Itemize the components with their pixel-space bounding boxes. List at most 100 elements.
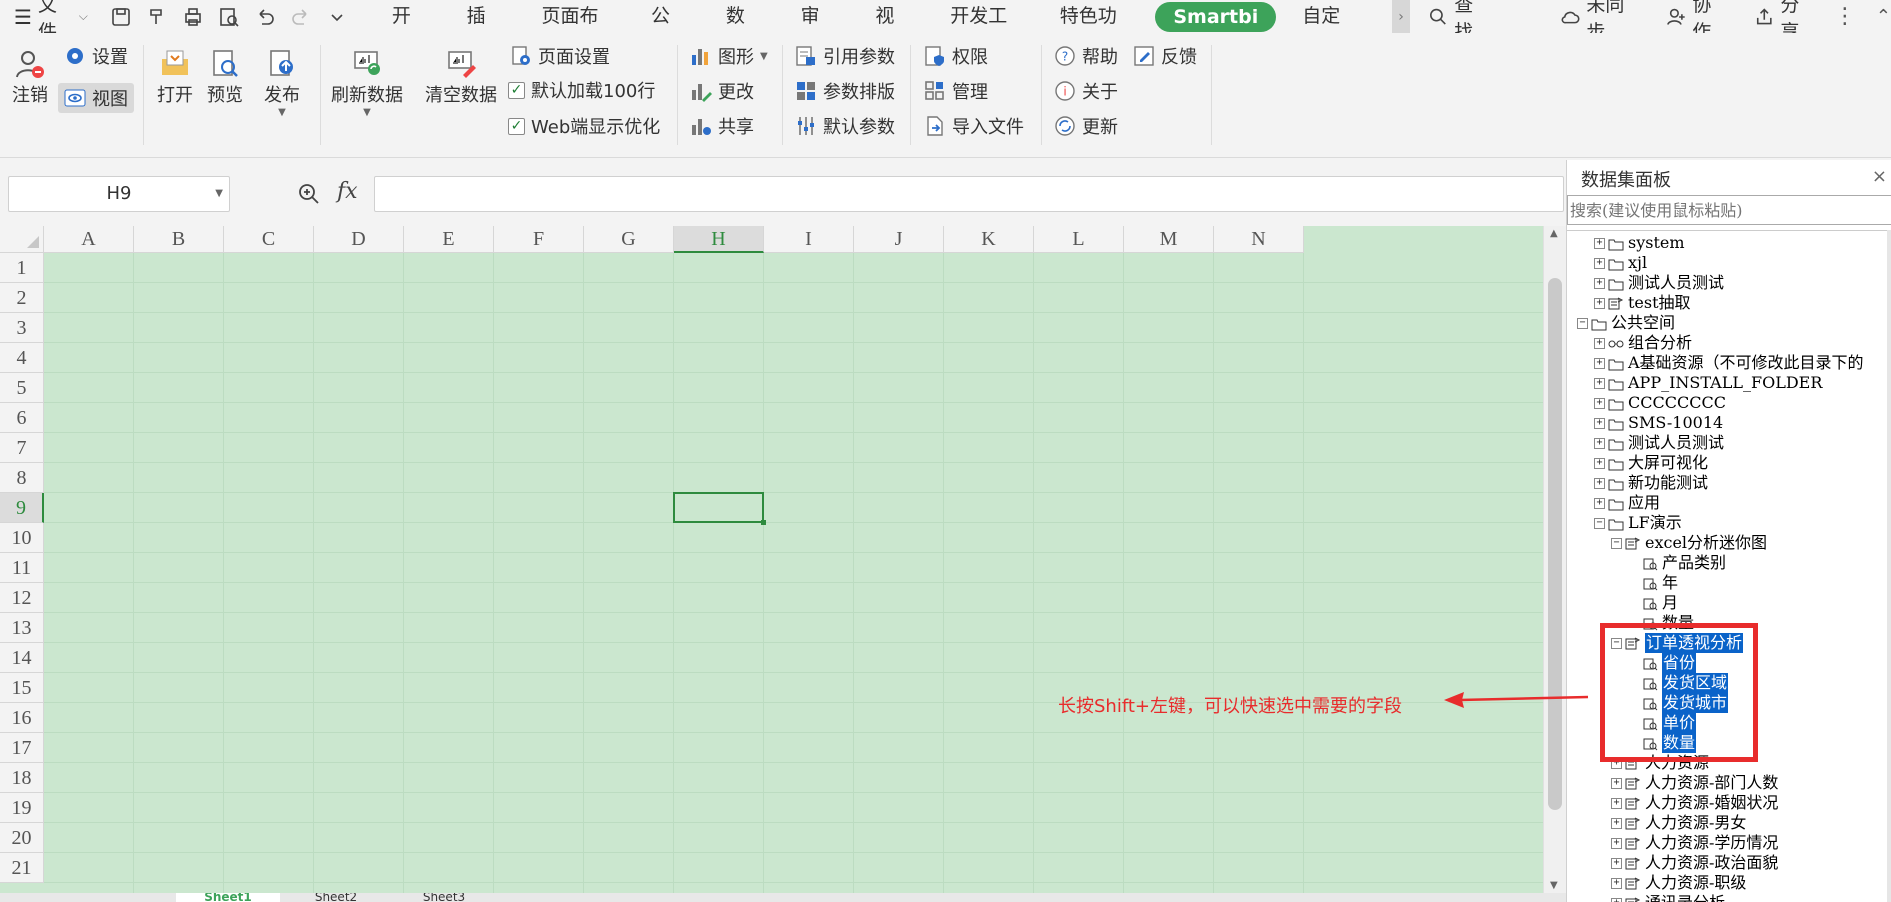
- tab-data[interactable]: 数据: [706, 0, 781, 60]
- tab-review[interactable]: 审阅: [781, 0, 856, 60]
- tree-item[interactable]: + xjl: [1594, 253, 1647, 273]
- tab-custom[interactable]: 自定义: [1282, 0, 1374, 60]
- tree-item[interactable]: + 组合分析: [1594, 333, 1692, 353]
- row-header-19[interactable]: 19: [0, 793, 44, 823]
- expand-icon[interactable]: +: [1594, 417, 1605, 429]
- collapse-icon[interactable]: −: [1594, 517, 1605, 529]
- row-header-8[interactable]: 8: [0, 463, 44, 493]
- expand-icon[interactable]: +: [1594, 497, 1605, 509]
- column-header-i[interactable]: I: [764, 226, 854, 253]
- tab-developer[interactable]: 开发工具: [930, 0, 1040, 60]
- tree-item[interactable]: + test抽取: [1594, 293, 1691, 313]
- save-icon[interactable]: [106, 2, 136, 32]
- refresh-dropdown-icon[interactable]: ▼: [363, 107, 371, 118]
- column-header-e[interactable]: E: [404, 226, 494, 253]
- column-header-b[interactable]: B: [134, 226, 224, 253]
- permission-button[interactable]: 权限: [924, 43, 988, 69]
- expand-icon[interactable]: +: [1594, 277, 1605, 289]
- more-options-icon[interactable]: ⋮: [1834, 4, 1856, 29]
- view-button[interactable]: 视图: [58, 83, 134, 113]
- param-layout-button[interactable]: 参数排版: [795, 78, 895, 104]
- tree-item[interactable]: + 应用: [1594, 493, 1660, 513]
- tree-item[interactable]: + SMS-10014: [1594, 413, 1723, 433]
- tree-item[interactable]: + 人力资源-学历情况: [1611, 833, 1778, 853]
- row-header-11[interactable]: 11: [0, 553, 44, 583]
- row-header-14[interactable]: 14: [0, 643, 44, 673]
- row-header-17[interactable]: 17: [0, 733, 44, 763]
- tree-item[interactable]: + 人力资源-职级: [1611, 873, 1746, 893]
- tree-item[interactable]: − LF演示: [1594, 513, 1682, 533]
- tree-item[interactable]: + 大屏可视化: [1594, 453, 1708, 473]
- spreadsheet-grid[interactable]: ABCDEFGHIJKLMN 1 2 3 4 5 6 7 8 9 10 11 12 13 14 15 16 17…: [0, 226, 1543, 893]
- expand-icon[interactable]: +: [1594, 357, 1605, 369]
- tree-item[interactable]: + 人力资源-部门人数: [1611, 773, 1778, 793]
- select-all-corner[interactable]: [0, 226, 44, 253]
- expand-icon[interactable]: +: [1611, 897, 1622, 902]
- tree-item[interactable]: + 测试人员测试: [1594, 433, 1724, 453]
- scroll-up-icon[interactable]: ▲: [1550, 228, 1558, 239]
- share-chart-button[interactable]: 共享: [690, 113, 754, 139]
- tree-item[interactable]: 月: [1628, 593, 1678, 613]
- column-header-h[interactable]: H: [674, 226, 764, 253]
- column-header-c[interactable]: C: [224, 226, 314, 253]
- page-setup-button[interactable]: 页面设置: [510, 43, 610, 69]
- row-header-10[interactable]: 10: [0, 523, 44, 553]
- scroll-down-icon[interactable]: ▼: [1550, 880, 1558, 891]
- logout-button[interactable]: 注销: [12, 47, 48, 107]
- panel-search-input[interactable]: [1567, 195, 1891, 225]
- row-header-5[interactable]: 5: [0, 373, 44, 403]
- sheet-tab-2[interactable]: Sheet2: [284, 893, 388, 902]
- row-header-12[interactable]: 12: [0, 583, 44, 613]
- row-header-20[interactable]: 20: [0, 823, 44, 853]
- chart-button[interactable]: 图形 ▼: [690, 43, 768, 69]
- column-header-k[interactable]: K: [944, 226, 1034, 253]
- row-header-1[interactable]: 1: [0, 253, 44, 283]
- modify-button[interactable]: 更改: [690, 78, 754, 104]
- column-header-d[interactable]: D: [314, 226, 404, 253]
- preview-button[interactable]: 预览: [207, 47, 243, 107]
- tab-scroll-right-icon[interactable]: ›: [1392, 0, 1410, 33]
- redo-icon[interactable]: [286, 2, 316, 32]
- tab-formula[interactable]: 公式: [631, 0, 706, 60]
- tree-item[interactable]: + A基础资源（不可修改此目录下的: [1594, 353, 1864, 373]
- panel-scrollbar[interactable]: [1887, 230, 1891, 902]
- formula-input[interactable]: [374, 176, 1564, 212]
- print-icon[interactable]: [178, 2, 208, 32]
- tree-item[interactable]: + APP_INSTALL_FOLDER: [1594, 373, 1822, 393]
- collapse-icon[interactable]: −: [1611, 537, 1622, 549]
- tree-item[interactable]: 产品类别: [1628, 553, 1726, 573]
- expand-icon[interactable]: +: [1611, 837, 1622, 849]
- name-box-dropdown-icon[interactable]: ▼: [215, 177, 223, 211]
- open-button[interactable]: 打开: [157, 47, 193, 107]
- format-painter-icon[interactable]: [142, 2, 172, 32]
- row-header-9[interactable]: 9: [0, 493, 44, 523]
- row-header-16[interactable]: 16: [0, 703, 44, 733]
- tree-item[interactable]: − excel分析迷你图: [1611, 533, 1767, 553]
- expand-icon[interactable]: +: [1611, 777, 1622, 789]
- row-header-3[interactable]: 3: [0, 313, 44, 343]
- chart-dropdown-icon[interactable]: ▼: [760, 51, 768, 62]
- sheet-tab-1[interactable]: Sheet1: [176, 893, 280, 902]
- tab-start[interactable]: 开始: [372, 0, 447, 60]
- row-header-13[interactable]: 13: [0, 613, 44, 643]
- tab-special[interactable]: 特色功能: [1040, 0, 1150, 60]
- tree-item[interactable]: + 人力资源-男女: [1611, 813, 1746, 833]
- expand-icon[interactable]: +: [1611, 877, 1622, 889]
- clear-data-button[interactable]: 清空数据: [425, 47, 497, 107]
- tab-insert[interactable]: 插入: [447, 0, 522, 60]
- print-preview-icon[interactable]: [214, 2, 244, 32]
- tree-item[interactable]: − 公共空间: [1577, 313, 1675, 333]
- column-header-j[interactable]: J: [854, 226, 944, 253]
- about-button[interactable]: i 关于: [1054, 78, 1118, 104]
- name-box[interactable]: H9 ▼: [8, 176, 230, 212]
- expand-icon[interactable]: +: [1594, 457, 1605, 469]
- tree-item[interactable]: + CCCCCCCC: [1594, 393, 1726, 413]
- tab-smartbi[interactable]: Smartbi: [1155, 1, 1277, 32]
- row-header-6[interactable]: 6: [0, 403, 44, 433]
- row-header-21[interactable]: 21: [0, 853, 44, 883]
- tree-item[interactable]: + system: [1594, 233, 1685, 253]
- expand-icon[interactable]: +: [1594, 477, 1605, 489]
- row-header-15[interactable]: 15: [0, 673, 44, 703]
- row-header-2[interactable]: 2: [0, 283, 44, 313]
- tab-view[interactable]: 视图: [855, 0, 930, 60]
